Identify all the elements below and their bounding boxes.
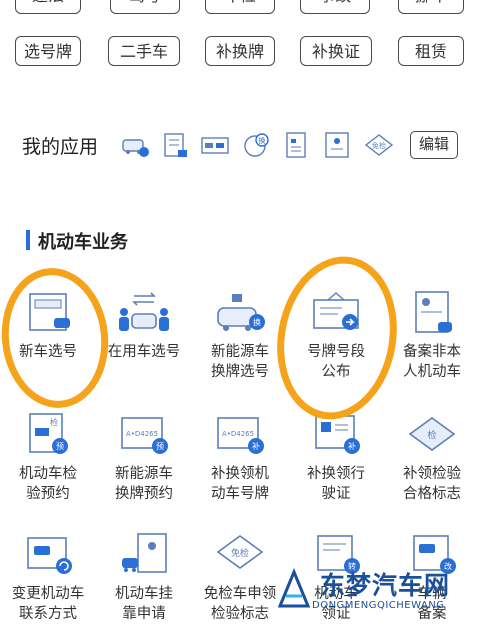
service-label: 机动车检 验预约 (19, 466, 77, 502)
section-accent-bar (26, 230, 30, 250)
svg-text:预: 预 (56, 441, 64, 451)
tag-violation[interactable]: 违法 (15, 0, 81, 14)
inspection-mark-icon: 检 (408, 417, 456, 451)
my-apps-label: 我的应用 (22, 136, 99, 158)
ev-booking-icon: A•D4265 预 (121, 417, 168, 454)
svg-text:补: 补 (252, 441, 260, 451)
inspection-booking-icon: 检 预 (29, 413, 68, 454)
service-label: 在用车选号 (107, 344, 181, 360)
exempt-badge-icon[interactable]: 免检 (363, 130, 395, 160)
tag-move-car[interactable]: 挪车 (398, 0, 464, 14)
svg-text:免检: 免检 (231, 547, 249, 559)
plate-swap-icon[interactable] (200, 130, 230, 160)
tag-driving-test[interactable]: 驾考 (110, 0, 180, 14)
service-label: 变更机动车 联系方式 (11, 586, 85, 622)
service-affiliation[interactable]: 机动车挂 靠申请 (96, 532, 192, 624)
svg-text:换: 换 (253, 317, 261, 327)
ev-plate-icon: 换 (217, 294, 265, 331)
watermark-subtext: DONGMENGQICHEWANG (312, 600, 445, 611)
service-label: 备案非本 人机动车 (403, 344, 461, 380)
service-label: 机动车挂 靠申请 (115, 586, 173, 622)
tag-replace-plate[interactable]: 补换牌 (205, 36, 275, 66)
replace-license-icon: 补 (315, 415, 360, 454)
service-label: 新能源车 换牌预约 (115, 466, 173, 502)
contact-change-icon (27, 537, 72, 574)
service-label: 号牌号段 公布 (307, 344, 365, 380)
service-new-car-plate[interactable]: 新车选号 (0, 290, 96, 362)
tag-replace-license[interactable]: 补换证 (300, 36, 372, 66)
section-title: 机动车业务 (38, 232, 128, 253)
plate-announce-icon (313, 292, 359, 330)
svg-text:免检: 免检 (372, 141, 386, 150)
service-inspection-mark[interactable]: 检 补领检验 合格标志 (384, 412, 480, 504)
service-inspection-booking[interactable]: 检 预 机动车检 验预约 (0, 412, 96, 504)
svg-text:换: 换 (259, 136, 266, 145)
svg-text:补: 补 (348, 441, 356, 451)
certificate-icon[interactable] (322, 130, 352, 160)
service-record-non-owner[interactable]: 备案非本 人机动车 (384, 290, 480, 382)
svg-text:检: 检 (427, 429, 436, 441)
affiliation-icon (122, 533, 167, 573)
exempt-mark-icon: 免检 (216, 535, 264, 569)
edit-apps-button[interactable]: 编辑 (410, 131, 458, 159)
service-label: 补换领机 动车号牌 (211, 466, 269, 502)
watermark-logo: 东梦汽车网 DONGMENGQICHEWANG (272, 566, 472, 616)
svg-text:A•D4265: A•D4265 (222, 430, 254, 438)
replace-plate-icon: A•D4265 补 (217, 417, 264, 454)
svg-text:检: 检 (50, 417, 58, 427)
tag-select-plate[interactable]: 选号牌 (15, 36, 81, 66)
service-plate-range-announce[interactable]: 号牌号段 公布 (288, 290, 384, 382)
svg-text:A•D4265: A•D4265 (126, 430, 158, 438)
service-ev-plate-select[interactable]: 换 新能源车 换牌选号 (192, 290, 288, 382)
form-icon[interactable] (282, 130, 312, 160)
car-transfer-icon (119, 292, 169, 331)
tag-used-car[interactable]: 二手车 (108, 36, 180, 66)
sticker-icon[interactable]: 换 (242, 130, 272, 160)
new-plate-icon (29, 293, 70, 331)
tag-car-inspection[interactable]: 车检 (205, 0, 275, 14)
service-label: 补换领行 驶证 (307, 466, 365, 502)
service-used-car-plate[interactable]: 在用车选号 (96, 290, 192, 362)
watermark-emblem-icon (277, 568, 311, 608)
service-replace-license[interactable]: 补 补换领行 驶证 (288, 412, 384, 504)
tag-rental[interactable]: 租赁 (398, 36, 464, 66)
document-icon[interactable] (160, 130, 190, 160)
record-icon (415, 291, 452, 333)
car-id-icon[interactable] (120, 130, 150, 160)
service-label: 新车选号 (19, 344, 77, 360)
service-replace-plate[interactable]: A•D4265 补 补换领机 动车号牌 (192, 412, 288, 504)
service-label: 补领检验 合格标志 (403, 466, 461, 502)
service-label: 新能源车 换牌选号 (211, 344, 269, 380)
service-change-contact[interactable]: 变更机动车 联系方式 (0, 532, 96, 624)
service-ev-booking[interactable]: A•D4265 预 新能源车 换牌预约 (96, 412, 192, 504)
watermark-text: 东梦汽车网 (320, 571, 451, 600)
svg-text:预: 预 (156, 441, 164, 451)
tag-accident[interactable]: 事故 (300, 0, 370, 14)
